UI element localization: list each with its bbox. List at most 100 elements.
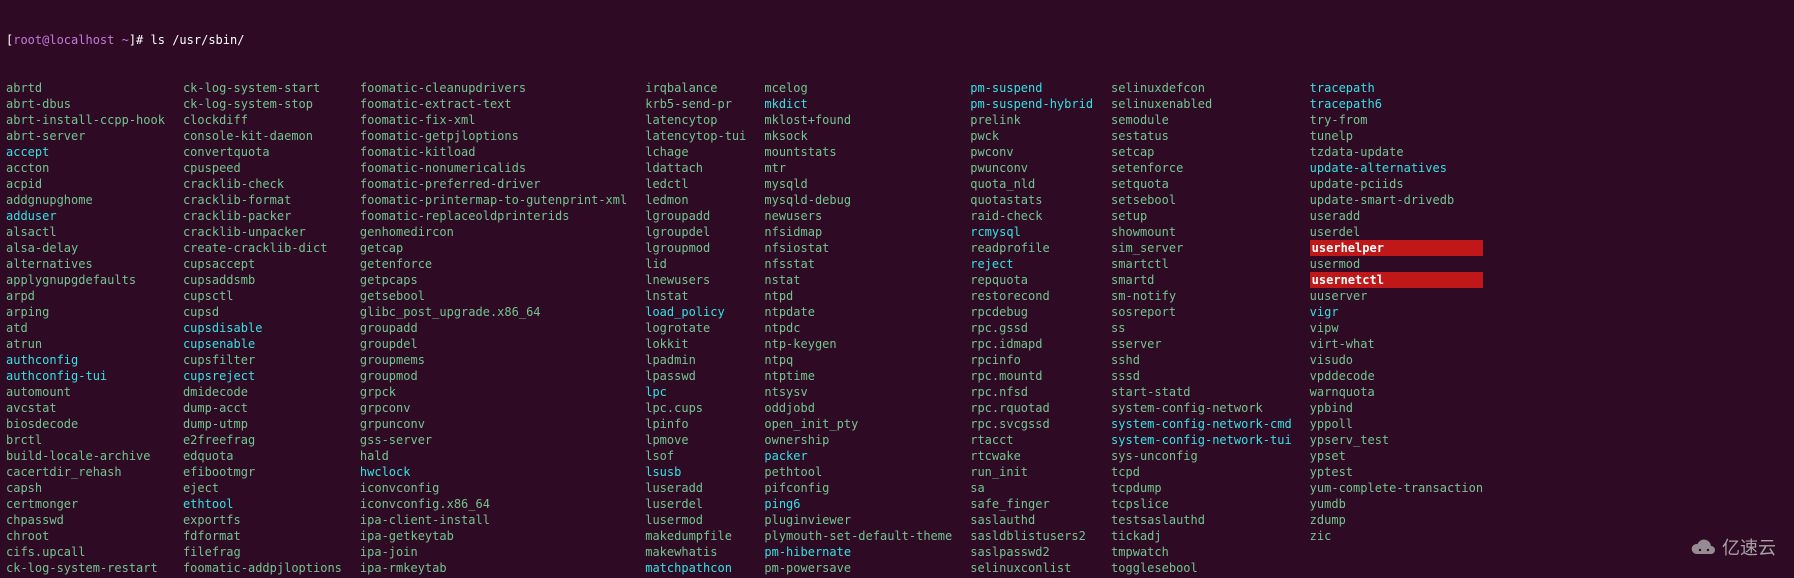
file-entry: ipa-getkeytab: [360, 528, 627, 544]
file-entry: update-alternatives: [1310, 160, 1483, 176]
file-entry: logrotate: [645, 320, 746, 336]
file-entry: foomatic-nonumericalids: [360, 160, 627, 176]
bracket-open: [: [6, 32, 13, 48]
file-entry: tzdata-update: [1310, 144, 1483, 160]
file-entry: yumdb: [1310, 496, 1483, 512]
file-entry: cracklib-packer: [183, 208, 342, 224]
file-entry: setcap: [1111, 144, 1292, 160]
file-entry: tmpwatch: [1111, 544, 1292, 560]
file-entry: setsebool: [1111, 192, 1292, 208]
file-entry: automount: [6, 384, 165, 400]
file-entry: mtr: [764, 160, 952, 176]
file-entry: system-config-network: [1111, 400, 1292, 416]
file-entry: system-config-network-tui: [1111, 432, 1292, 448]
file-entry: arpd: [6, 288, 165, 304]
file-entry: dmidecode: [183, 384, 342, 400]
file-entry: luserdel: [645, 496, 746, 512]
file-entry: tunelp: [1310, 128, 1483, 144]
file-entry: groupdel: [360, 336, 627, 352]
ls-column: pm-suspendpm-suspend-hybridprelinkpwckpw…: [970, 80, 1111, 576]
file-entry: filefrag: [183, 544, 342, 560]
file-entry: pwunconv: [970, 160, 1093, 176]
file-entry: run_init: [970, 464, 1093, 480]
file-entry: cupsfilter: [183, 352, 342, 368]
file-entry: restorecond: [970, 288, 1093, 304]
bracket-close: ]#: [129, 32, 151, 48]
file-entry: warnquota: [1310, 384, 1483, 400]
file-entry: lpc: [645, 384, 746, 400]
file-entry: mcelog: [764, 80, 952, 96]
prompt-line: [root@localhost ~]# ls /usr/sbin/: [6, 32, 1788, 48]
prompt-user-host: root@localhost ~: [13, 32, 129, 48]
file-entry: saslpasswd2: [970, 544, 1093, 560]
file-entry: atd: [6, 320, 165, 336]
file-entry: lid: [645, 256, 746, 272]
file-entry: setenforce: [1111, 160, 1292, 176]
file-entry: pm-hibernate: [764, 544, 952, 560]
file-entry: cupsctl: [183, 288, 342, 304]
file-entry: mksock: [764, 128, 952, 144]
file-entry: ypset: [1310, 448, 1483, 464]
file-entry: hwclock: [360, 464, 627, 480]
file-entry: getsebool: [360, 288, 627, 304]
file-entry: certmonger: [6, 496, 165, 512]
file-entry: visudo: [1310, 352, 1483, 368]
file-entry: foomatic-preferred-driver: [360, 176, 627, 192]
file-entry: ck-log-system-restart: [6, 560, 165, 576]
ls-column: abrtdabrt-dbusabrt-install-ccpp-hookabrt…: [6, 80, 183, 576]
file-entry: ntpd: [764, 288, 952, 304]
file-entry: efibootmgr: [183, 464, 342, 480]
file-entry: smartctl: [1111, 256, 1292, 272]
file-entry: vigr: [1310, 304, 1483, 320]
file-entry: pm-powersave: [764, 560, 952, 576]
file-entry: virt-what: [1310, 336, 1483, 352]
file-entry: quotastats: [970, 192, 1093, 208]
file-entry: lsusb: [645, 464, 746, 480]
file-entry: readprofile: [970, 240, 1093, 256]
file-entry: rpc.mountd: [970, 368, 1093, 384]
file-entry: makedumpfile: [645, 528, 746, 544]
file-entry: smartd: [1111, 272, 1292, 288]
file-entry: selinuxdefcon: [1111, 80, 1292, 96]
file-entry: tcpdump: [1111, 480, 1292, 496]
ls-column: ck-log-system-startck-log-system-stopclo…: [183, 80, 360, 576]
file-entry: usernetctl: [1310, 272, 1483, 288]
file-entry: brctl: [6, 432, 165, 448]
terminal-output[interactable]: [root@localhost ~]# ls /usr/sbin/ abrtda…: [0, 0, 1794, 578]
file-entry: open_init_pty: [764, 416, 952, 432]
file-entry: oddjobd: [764, 400, 952, 416]
file-entry: userdel: [1310, 224, 1483, 240]
file-entry: arping: [6, 304, 165, 320]
file-entry: lgroupadd: [645, 208, 746, 224]
file-entry: dump-acct: [183, 400, 342, 416]
file-entry: start-statd: [1111, 384, 1292, 400]
file-entry: quota_nld: [970, 176, 1093, 192]
file-entry: ntpdate: [764, 304, 952, 320]
file-entry: abrtd: [6, 80, 165, 96]
file-entry: alsactl: [6, 224, 165, 240]
file-entry: cracklib-unpacker: [183, 224, 342, 240]
file-entry: grpunconv: [360, 416, 627, 432]
file-entry: grpck: [360, 384, 627, 400]
command-text: ls /usr/sbin/: [151, 32, 245, 48]
file-entry: zdump: [1310, 512, 1483, 528]
file-entry: cacertdir_rehash: [6, 464, 165, 480]
file-entry: ledmon: [645, 192, 746, 208]
file-entry: abrt-server: [6, 128, 165, 144]
file-entry: lusermod: [645, 512, 746, 528]
ls-column: mcelogmkdictmklost+foundmksockmountstats…: [764, 80, 970, 576]
file-entry: update-smart-drivedb: [1310, 192, 1483, 208]
file-entry: groupmod: [360, 368, 627, 384]
ls-columns: abrtdabrt-dbusabrt-install-ccpp-hookabrt…: [6, 80, 1788, 576]
file-entry: setquota: [1111, 176, 1292, 192]
file-entry: rpc.svcgssd: [970, 416, 1093, 432]
file-entry: ck-log-system-stop: [183, 96, 342, 112]
file-entry: yppoll: [1310, 416, 1483, 432]
file-entry: mkdict: [764, 96, 952, 112]
file-entry: foomatic-printermap-to-gutenprint-xml: [360, 192, 627, 208]
file-entry: cupsdisable: [183, 320, 342, 336]
file-entry: alsa-delay: [6, 240, 165, 256]
file-entry: create-cracklib-dict: [183, 240, 342, 256]
file-entry: alternatives: [6, 256, 165, 272]
file-entry: rpcinfo: [970, 352, 1093, 368]
